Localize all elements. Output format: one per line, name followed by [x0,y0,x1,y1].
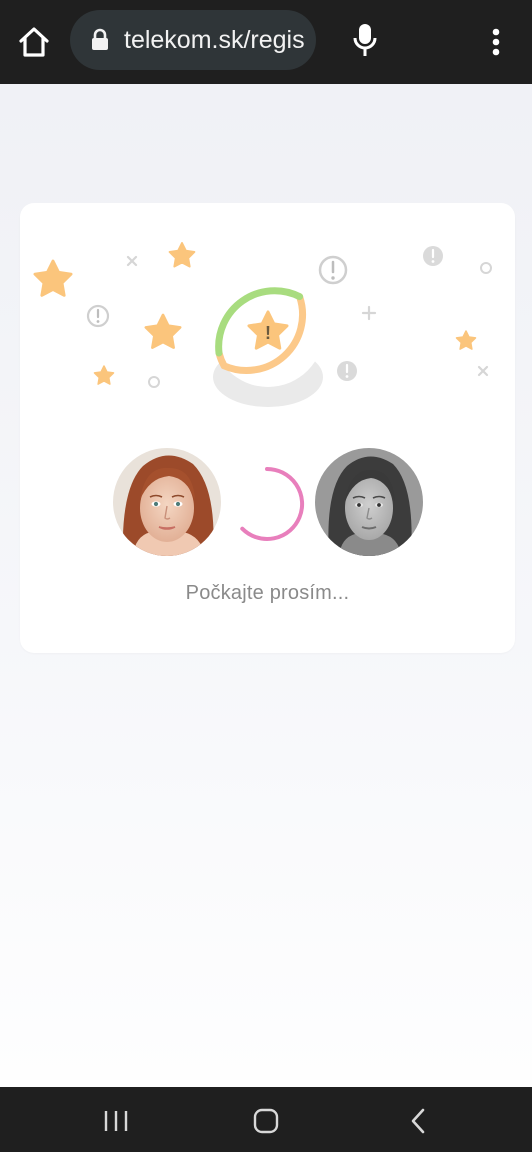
face-comparison [20,448,515,560]
recent-apps-button[interactable] [96,1101,136,1141]
document-photo [315,448,423,556]
star-icon [455,330,477,350]
home-icon [19,27,49,57]
selfie-portrait [113,448,221,556]
nav-home-icon [253,1108,279,1134]
star-icon [33,259,73,297]
document-portrait [315,448,423,556]
browser-menu-button[interactable] [482,22,510,62]
cross-icon [126,255,138,267]
alert-filled-icon [337,361,357,381]
back-icon [411,1108,425,1134]
url-text: telekom.sk/regis [124,26,305,54]
verification-illustration: ! [33,242,492,407]
alert-filled-icon [423,246,443,266]
ring-icon [148,376,160,388]
plus-icon [361,305,377,321]
browser-toolbar: telekom.sk/regis [0,0,532,84]
system-navigation-bar [0,1087,532,1152]
home-button[interactable] [14,22,54,62]
status-text: Počkajte prosím... [185,582,350,604]
star-icon [93,365,115,385]
back-button[interactable] [398,1101,438,1141]
verification-card: ! Počkajte prosím... [20,203,515,653]
lock-icon [92,28,108,50]
more-vertical-icon [492,28,500,56]
cross-icon [477,365,489,377]
ring-icon [480,262,492,274]
star-icon [168,242,196,268]
recent-apps-icon [104,1111,128,1131]
badge-symbol: ! [265,323,271,343]
alert-outline-icon [86,304,110,328]
selfie-photo [113,448,221,556]
address-bar[interactable]: telekom.sk/regis [70,10,316,70]
voice-search-button[interactable] [348,20,382,60]
star-icon [144,313,182,349]
alert-outline-icon [318,255,348,285]
microphone-icon [353,24,377,56]
loading-spinner [240,466,305,541]
nav-home-button[interactable] [246,1101,286,1141]
